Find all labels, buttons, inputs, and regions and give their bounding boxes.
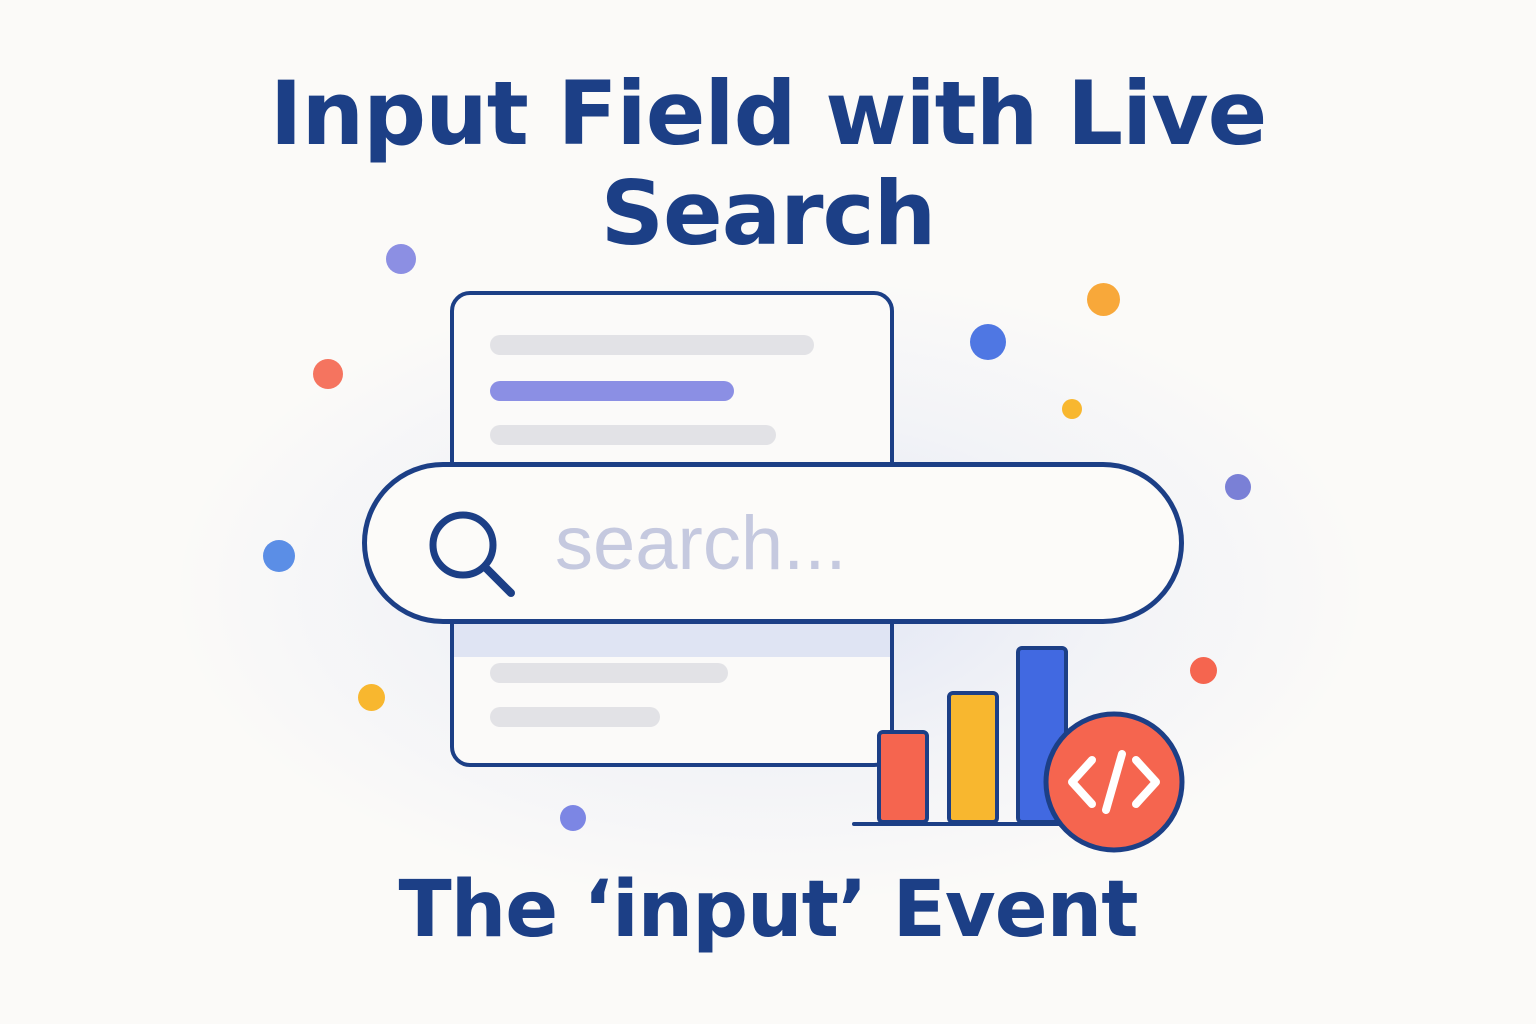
code-icon	[1043, 711, 1185, 853]
decorative-dot	[1062, 399, 1082, 419]
page-title-line-2: Search	[600, 162, 937, 265]
subtitle: The ‘input’ Event	[398, 865, 1139, 955]
result-line	[490, 707, 660, 727]
search-icon	[429, 511, 515, 597]
chart-bar-yellow	[947, 691, 999, 824]
result-highlight-band	[454, 619, 890, 657]
page-title-line-1: Input Field with Live	[269, 62, 1268, 165]
decorative-dot	[970, 324, 1006, 360]
decorative-dot	[263, 540, 295, 572]
decorative-dot	[1190, 657, 1217, 684]
result-line	[490, 425, 776, 445]
decorative-dot	[1225, 474, 1251, 500]
decorative-dot	[1087, 283, 1120, 316]
search-input[interactable]: search...	[362, 462, 1184, 624]
result-line	[490, 335, 814, 355]
search-placeholder: search...	[555, 501, 847, 586]
decorative-dot	[358, 684, 385, 711]
decorative-dot	[313, 359, 343, 389]
decorative-dot	[386, 244, 416, 274]
decorative-dot	[560, 805, 586, 831]
result-line-highlighted	[490, 381, 734, 401]
result-line	[490, 663, 728, 683]
chart-bar-red	[877, 730, 929, 824]
